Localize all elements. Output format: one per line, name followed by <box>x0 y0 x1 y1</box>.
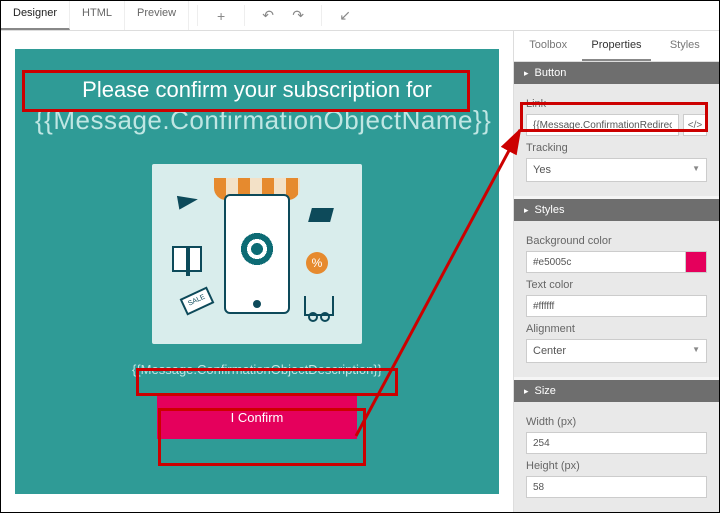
section-styles-header[interactable]: Styles <box>514 199 719 221</box>
headline-text: Please confirm your subscription for <box>35 77 479 103</box>
link-label: Link <box>526 98 707 110</box>
tab-styles[interactable]: Styles <box>651 31 719 61</box>
bgcolor-input[interactable] <box>526 251 686 273</box>
percent-badge-icon: % <box>306 252 328 274</box>
undo-icon: ↶ <box>262 7 274 24</box>
object-name-placeholder: {{Message.ConfirmationObjectName}} <box>35 105 479 136</box>
tracking-select[interactable]: Yes <box>526 158 707 182</box>
tab-preview[interactable]: Preview <box>125 1 189 30</box>
add-button[interactable]: + <box>206 1 236 30</box>
bgcolor-label: Background color <box>526 235 707 247</box>
section-size-header[interactable]: Size <box>514 380 719 402</box>
bgcolor-swatch[interactable] <box>685 251 707 273</box>
properties-panel: Toolbox Properties Styles Button Link </… <box>513 31 719 512</box>
redo-icon: ↷ <box>292 7 304 24</box>
top-toolbar: Designer HTML Preview + ↶ ↷ ↙ <box>1 1 719 31</box>
tab-designer[interactable]: Designer <box>1 1 70 30</box>
tab-toolbox[interactable]: Toolbox <box>514 31 582 61</box>
alignment-select[interactable]: Center <box>526 339 707 363</box>
code-icon: </> <box>688 120 702 131</box>
sale-tag-icon: SALE <box>180 287 215 316</box>
height-label: Height (px) <box>526 460 707 472</box>
paper-plane-icon <box>177 192 199 209</box>
tab-properties[interactable]: Properties <box>582 31 650 61</box>
height-input[interactable] <box>526 476 707 498</box>
cart-icon <box>304 296 334 316</box>
gift-icon <box>172 246 202 272</box>
textcolor-input[interactable] <box>526 295 707 317</box>
megaphone-icon <box>308 208 334 222</box>
confirm-button[interactable]: I Confirm <box>157 395 357 439</box>
object-desc-placeholder: {{Message.ConfirmationObjectDescription}… <box>35 362 479 377</box>
target-icon <box>238 230 276 268</box>
width-label: Width (px) <box>526 416 707 428</box>
email-canvas[interactable]: Please confirm your subscription for {{M… <box>15 49 499 494</box>
link-input[interactable] <box>526 114 679 136</box>
undo-button[interactable]: ↶ <box>253 1 283 30</box>
section-button-header[interactable]: Button <box>514 62 719 84</box>
plus-icon: + <box>217 8 225 24</box>
alignment-label: Alignment <box>526 323 707 335</box>
width-input[interactable] <box>526 432 707 454</box>
collapse-icon: ↙ <box>339 7 351 24</box>
hero-image: SALE % <box>152 164 362 344</box>
side-tabs: Toolbox Properties Styles <box>514 31 719 62</box>
tab-html[interactable]: HTML <box>70 1 125 30</box>
textcolor-label: Text color <box>526 279 707 291</box>
link-code-button[interactable]: </> <box>683 114 707 136</box>
collapse-button[interactable]: ↙ <box>330 1 360 30</box>
view-tabs: Designer HTML Preview <box>1 1 189 30</box>
tracking-label: Tracking <box>526 142 707 154</box>
redo-button[interactable]: ↷ <box>283 1 313 30</box>
canvas-area: Please confirm your subscription for {{M… <box>1 31 513 512</box>
